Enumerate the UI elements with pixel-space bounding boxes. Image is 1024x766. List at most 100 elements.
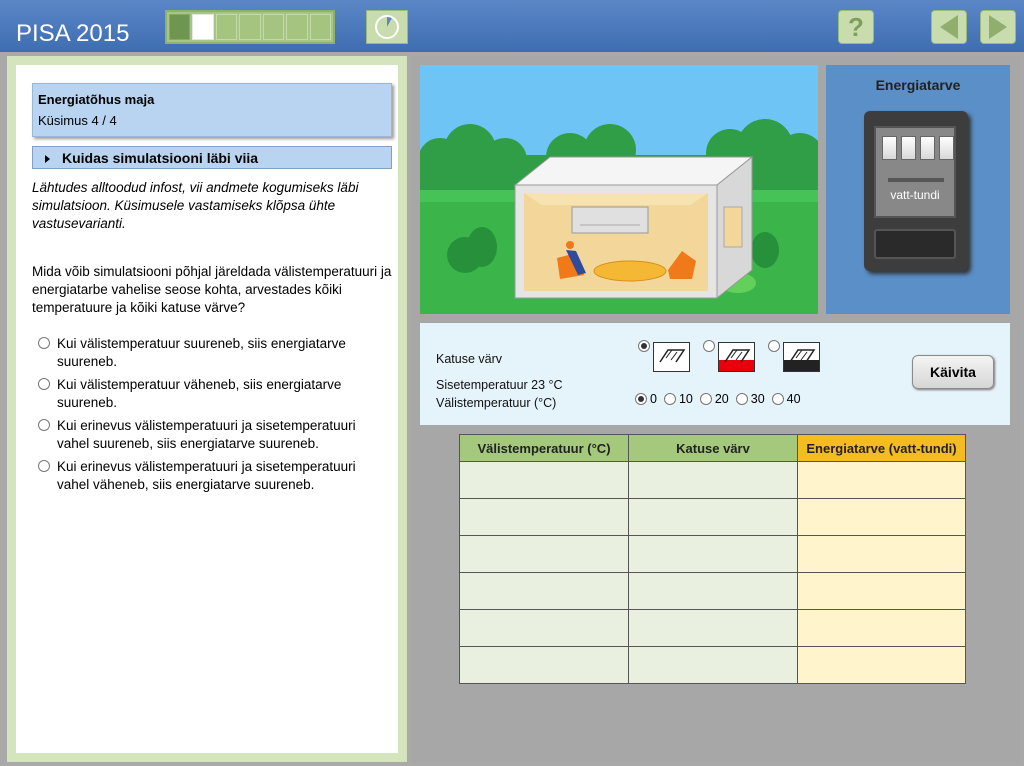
roof-radio[interactable] bbox=[703, 340, 715, 352]
run-button[interactable]: Käivita bbox=[912, 355, 994, 389]
temp-value: 10 bbox=[678, 392, 693, 406]
progress-bar bbox=[165, 10, 335, 44]
meter-digit bbox=[882, 136, 897, 160]
answer-label: Kui erinevus välistemperatuuri ja sisete… bbox=[57, 459, 356, 492]
temp-option[interactable]: 40 bbox=[771, 392, 801, 406]
results-row bbox=[459, 535, 966, 573]
answer-option[interactable]: Kui erinevus välistemperatuuri ja sisete… bbox=[38, 458, 388, 494]
cell-energy bbox=[797, 609, 966, 647]
triangle-right-icon bbox=[45, 155, 50, 164]
meter-digit bbox=[901, 136, 916, 160]
next-button[interactable] bbox=[980, 10, 1016, 44]
results-row bbox=[459, 572, 966, 610]
help-button[interactable]: ? bbox=[838, 10, 874, 44]
meter-display: vatt-tundi bbox=[874, 126, 956, 218]
meter-unit-label: vatt-tundi bbox=[890, 188, 940, 202]
simulation-controls: Katuse värv Sisetemperatuur 23 °C Välist… bbox=[420, 323, 1010, 425]
results-row bbox=[459, 609, 966, 647]
progress-segment bbox=[169, 14, 191, 40]
cell-energy bbox=[797, 461, 966, 499]
house-scene bbox=[420, 65, 818, 314]
instructions-text: Lähtudes alltoodud infost, vii andmete k… bbox=[32, 180, 359, 231]
roof-swatch-white[interactable] bbox=[653, 342, 690, 372]
cell-energy bbox=[797, 535, 966, 573]
meter-divider bbox=[888, 178, 944, 182]
answer-radio[interactable] bbox=[38, 337, 50, 349]
results-row bbox=[459, 646, 966, 684]
results-row bbox=[459, 461, 966, 499]
temp-option[interactable]: 0 bbox=[635, 392, 657, 406]
temp-value: 30 bbox=[750, 392, 765, 406]
progress-segment bbox=[262, 14, 285, 40]
temp-radio[interactable] bbox=[635, 393, 647, 405]
cell-energy bbox=[797, 498, 966, 536]
temp-radio[interactable] bbox=[663, 393, 676, 405]
progress-segment-current bbox=[192, 14, 214, 40]
brand-title: PISA 2015 bbox=[16, 20, 130, 47]
col-energy: Energiatarve (vatt-tundi) bbox=[797, 434, 966, 462]
inside-temp-label: Sisetemperatuur 23 °C bbox=[436, 378, 563, 392]
roof-radio[interactable] bbox=[768, 340, 780, 352]
roof-radio[interactable] bbox=[638, 340, 650, 352]
roof-option-red[interactable] bbox=[703, 338, 755, 372]
roof-option-black[interactable] bbox=[768, 338, 820, 372]
temp-value: 0 bbox=[650, 392, 657, 406]
temp-option[interactable]: 20 bbox=[699, 392, 729, 406]
roof-swatch-red[interactable] bbox=[718, 342, 755, 372]
howto-toggle[interactable]: Kuidas simulatsiooni läbi viia bbox=[32, 146, 392, 169]
temp-option[interactable]: 10 bbox=[663, 392, 693, 406]
answer-option[interactable]: Kui välistemperatuur väheneb, siis energ… bbox=[38, 376, 388, 412]
question-mark-icon: ? bbox=[848, 11, 864, 42]
answer-radio[interactable] bbox=[38, 378, 50, 390]
cell-outside-temp bbox=[459, 461, 629, 499]
answer-option[interactable]: Kui erinevus välistemperatuuri ja sisete… bbox=[38, 417, 388, 453]
energy-meter-panel: Energiatarve vatt-tundi bbox=[826, 65, 1010, 314]
cell-outside-temp bbox=[459, 609, 629, 647]
results-table: Välistemperatuur (°C) Katuse värv Energi… bbox=[459, 434, 966, 684]
temp-radio[interactable] bbox=[699, 393, 712, 405]
answer-radio[interactable] bbox=[38, 460, 50, 472]
roof-icon bbox=[789, 349, 816, 363]
cell-roof-color bbox=[628, 572, 798, 610]
answer-option[interactable]: Kui välistemperatuur suureneb, siis ener… bbox=[38, 335, 388, 371]
roof-option-white[interactable] bbox=[638, 338, 690, 372]
question-panel: Energiatõhus maja Küsimus 4 / 4 Kuidas s… bbox=[7, 56, 407, 762]
top-bar: PISA 2015 ? bbox=[0, 0, 1024, 52]
temp-value: 40 bbox=[786, 392, 801, 406]
cell-outside-temp bbox=[459, 535, 629, 573]
answer-options: Kui välistemperatuur suureneb, siis ener… bbox=[38, 335, 388, 499]
previous-button[interactable] bbox=[931, 10, 967, 44]
answer-label: Kui erinevus välistemperatuuri ja sisete… bbox=[57, 418, 356, 451]
task-title-box: Energiatõhus maja Küsimus 4 / 4 bbox=[32, 83, 392, 137]
simulation-panel: Energiatarve vatt-tundi Katuse värv Sise… bbox=[411, 56, 1020, 762]
cell-roof-color bbox=[628, 498, 798, 536]
col-outside-temp: Välistemperatuur (°C) bbox=[459, 434, 629, 462]
temp-option[interactable]: 30 bbox=[735, 392, 765, 406]
house-illustration bbox=[420, 65, 818, 314]
roof-icon bbox=[659, 349, 686, 363]
progress-segment bbox=[309, 14, 331, 40]
arrow-left-icon bbox=[940, 15, 958, 39]
results-header-row: Välistemperatuur (°C) Katuse värv Energi… bbox=[459, 434, 966, 462]
roof-swatch-black[interactable] bbox=[783, 342, 820, 372]
meter-digit bbox=[920, 136, 935, 160]
results-body bbox=[459, 461, 966, 684]
cell-outside-temp bbox=[459, 498, 629, 536]
question-text: Mida võib simulatsiooni põhjal järeldada… bbox=[32, 264, 392, 315]
howto-label: Kuidas simulatsiooni läbi viia bbox=[62, 150, 259, 166]
progress-segment bbox=[215, 14, 238, 40]
cell-energy bbox=[797, 572, 966, 610]
temp-radio[interactable] bbox=[771, 393, 784, 405]
arrow-right-icon bbox=[989, 15, 1007, 39]
temp-radio[interactable] bbox=[735, 393, 748, 405]
answer-radio[interactable] bbox=[38, 419, 50, 431]
progress-segment bbox=[239, 14, 261, 40]
meter-digits bbox=[882, 136, 954, 160]
question-panel-inner: Energiatõhus maja Küsimus 4 / 4 Kuidas s… bbox=[16, 65, 398, 753]
cell-roof-color bbox=[628, 646, 798, 684]
col-roof-color: Katuse värv bbox=[628, 434, 798, 462]
roof-color-label: Katuse värv bbox=[436, 352, 503, 366]
timer-button[interactable] bbox=[366, 10, 408, 44]
meter-panel-slot bbox=[874, 229, 956, 259]
results-row bbox=[459, 498, 966, 536]
